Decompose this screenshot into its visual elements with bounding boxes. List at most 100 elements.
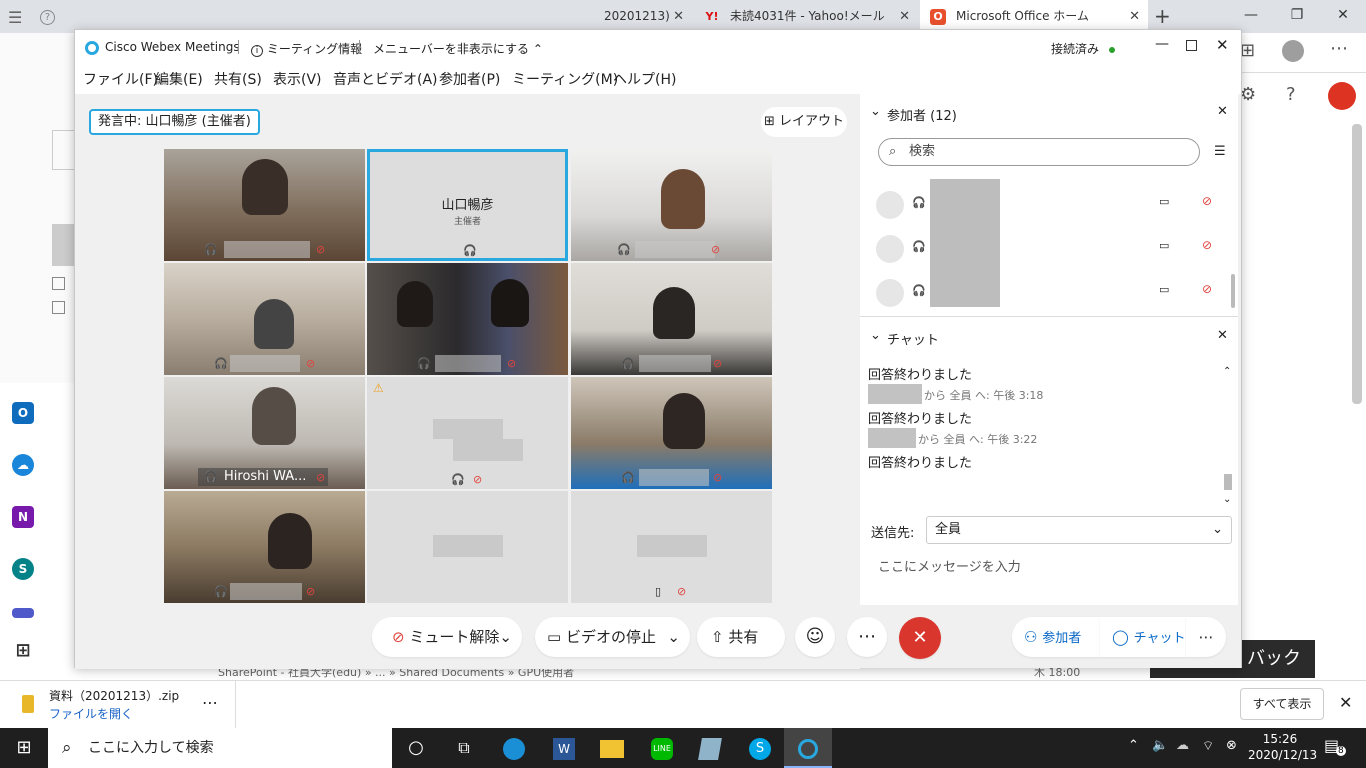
- webex-taskbar-icon[interactable]: [784, 728, 832, 768]
- muted-mic-icon: ⊘: [1202, 238, 1213, 252]
- menu-view[interactable]: 表示(V): [273, 69, 322, 89]
- participants-toggle-button[interactable]: ⚇ 参加者: [1012, 617, 1100, 657]
- menu-file[interactable]: ファイル(F): [83, 69, 158, 89]
- participant-row[interactable]: 🎧 ▭ ⊘: [876, 233, 1216, 277]
- new-tab-button[interactable]: +: [1154, 4, 1171, 28]
- menu-audio-video[interactable]: 音声とビデオ(A): [333, 69, 438, 89]
- minimize-button[interactable]: —: [1155, 36, 1169, 52]
- hide-menubar-button[interactable]: メニューバーを非表示にする ⌃: [373, 40, 543, 57]
- video-tile-blank[interactable]: [367, 491, 568, 603]
- leave-meeting-button[interactable]: ✕: [899, 617, 941, 659]
- chat-scrollbar[interactable]: ⌃ ⌄: [1222, 366, 1234, 508]
- start-button[interactable]: ⊞: [0, 728, 48, 768]
- more-panels-button[interactable]: ⋯: [1186, 617, 1226, 657]
- chat-toggle-button[interactable]: ◯ チャット: [1100, 617, 1186, 657]
- onedrive-icon[interactable]: ☁: [12, 454, 34, 476]
- checkbox[interactable]: [52, 277, 65, 290]
- participant-row[interactable]: 🎧 ▭ ⊘: [876, 277, 1216, 321]
- taskbar-search[interactable]: ⌕ ここに入力して検索: [48, 728, 392, 768]
- show-hidden-icons[interactable]: ⌃: [1128, 738, 1139, 753]
- video-tile[interactable]: 🎧 ⊘: [571, 377, 772, 489]
- video-tile-host[interactable]: 山口暢彦 主催者 🎧: [367, 149, 568, 261]
- share-button[interactable]: ⇧ 共有: [697, 617, 785, 657]
- close-window-button[interactable]: ✕: [1320, 0, 1366, 33]
- participant-search[interactable]: ⌕ 検索: [878, 138, 1200, 166]
- video-tile-blank[interactable]: ▯ ⊘: [571, 491, 772, 603]
- task-view-icon[interactable]: ⧉: [440, 728, 488, 768]
- clock[interactable]: 15:26 2020/12/13: [1248, 731, 1317, 763]
- video-tile[interactable]: 🎧 Hiroshi WA... ⊘: [164, 377, 365, 489]
- line-icon[interactable]: LINE: [638, 728, 686, 768]
- apple-avatar[interactable]: [1328, 82, 1356, 110]
- stop-video-button[interactable]: ▭ ビデオの停止 ⌄: [535, 617, 690, 657]
- network-icon[interactable]: ⌔: [1202, 738, 1214, 754]
- open-file-link[interactable]: ファイルを開く: [49, 705, 133, 722]
- send-to-select[interactable]: 全員 ⌄: [926, 516, 1232, 544]
- profile-avatar[interactable]: [1282, 40, 1304, 62]
- video-tile[interactable]: 🎧 ⊘: [571, 263, 772, 375]
- skype-icon[interactable]: S: [736, 728, 784, 768]
- message-input[interactable]: ここにメッセージを入力: [878, 556, 1218, 596]
- maximize-button[interactable]: [1186, 40, 1197, 51]
- hamburger-icon[interactable]: ☰: [8, 8, 22, 27]
- extensions-icon[interactable]: ⊞: [1240, 40, 1255, 61]
- video-tile[interactable]: 🎧 ⊘: [164, 491, 365, 603]
- textbox-fragment[interactable]: [52, 130, 74, 170]
- chevron-down-icon[interactable]: ⌄: [1223, 494, 1231, 505]
- more-icon[interactable]: ⋯: [202, 693, 218, 712]
- menu-share[interactable]: 共有(S): [214, 69, 262, 89]
- word-icon[interactable]: W: [540, 728, 588, 768]
- page-scrollbar[interactable]: [1352, 124, 1362, 404]
- cortana-icon[interactable]: ○: [392, 728, 440, 768]
- close-button[interactable]: ✕: [1216, 36, 1229, 54]
- show-all-button[interactable]: すべて表示: [1240, 688, 1324, 720]
- more-options-button[interactable]: ⋯: [847, 617, 887, 657]
- chevron-up-icon[interactable]: ⌃: [1223, 366, 1231, 377]
- headset-icon: 🎧: [214, 357, 228, 370]
- gray-button-fragment[interactable]: [52, 224, 74, 266]
- participants-title: 参加者 (12): [887, 109, 957, 124]
- close-icon[interactable]: ✕: [1217, 104, 1228, 119]
- all-apps-icon[interactable]: ⊞: [12, 640, 34, 662]
- onedrive-error-icon[interactable]: ☁: [1176, 738, 1189, 753]
- unmute-button[interactable]: ⊘ ミュート解除 ⌄: [372, 617, 522, 657]
- menu-participants[interactable]: 参加者(P): [439, 69, 500, 89]
- layout-button[interactable]: ⊞ レイアウト: [761, 107, 847, 137]
- participants-scrollbar[interactable]: [1231, 274, 1235, 308]
- reactions-button[interactable]: ☺: [795, 617, 835, 657]
- close-icon[interactable]: ✕: [1217, 328, 1228, 343]
- participant-row[interactable]: 🎧 ▭ ⊘: [876, 189, 1216, 233]
- scroll-thumb[interactable]: [1224, 474, 1232, 490]
- settings-icon[interactable]: ⚙: [1240, 84, 1256, 105]
- video-tile-blank[interactable]: ⚠ 🎧 ⊘: [367, 377, 568, 489]
- help-icon[interactable]: ?: [40, 10, 55, 25]
- onenote-icon[interactable]: N: [12, 506, 34, 528]
- edge-icon[interactable]: [490, 728, 538, 768]
- restore-button[interactable]: ❐: [1274, 0, 1320, 33]
- menu-help[interactable]: ヘルプ(H): [613, 69, 676, 89]
- participants-header[interactable]: ⌄ 参加者 (12) ✕: [860, 94, 1238, 132]
- close-icon[interactable]: ✕: [1339, 693, 1352, 712]
- redacted-block: [433, 535, 503, 557]
- video-tile[interactable]: 🎧 ⊘: [571, 149, 772, 261]
- menu-edit[interactable]: 編集(E): [155, 69, 203, 89]
- video-tile[interactable]: 🎧 ⊘: [164, 263, 365, 375]
- volume-icon[interactable]: 🔈: [1152, 738, 1168, 753]
- video-tile[interactable]: 🎧 ⊘: [367, 263, 568, 375]
- file-explorer-icon[interactable]: [588, 728, 636, 768]
- meeting-info-button[interactable]: i ミーティング情報: [251, 40, 362, 57]
- notes-app-icon[interactable]: [686, 728, 734, 768]
- chat-header[interactable]: ⌄ チャット ✕: [860, 318, 1238, 356]
- outlook-icon[interactable]: O: [12, 402, 34, 424]
- help-icon[interactable]: ?: [1286, 84, 1296, 105]
- sharepoint-icon[interactable]: S: [12, 558, 34, 580]
- more-menu-icon[interactable]: ⋯: [1330, 38, 1348, 59]
- teams-icon[interactable]: [12, 608, 34, 618]
- menu-meeting[interactable]: ミーティング(M): [512, 69, 618, 89]
- sort-icon[interactable]: ☰: [1214, 144, 1226, 159]
- download-item[interactable]: 資料（20201213）.zip ファイルを開く ⋯: [0, 681, 236, 729]
- input-mode-icon[interactable]: ⊗: [1226, 738, 1237, 753]
- notification-center[interactable]: ▤ 8: [1324, 736, 1346, 756]
- video-tile[interactable]: 🎧 ⊘: [164, 149, 365, 261]
- checkbox[interactable]: [52, 301, 65, 314]
